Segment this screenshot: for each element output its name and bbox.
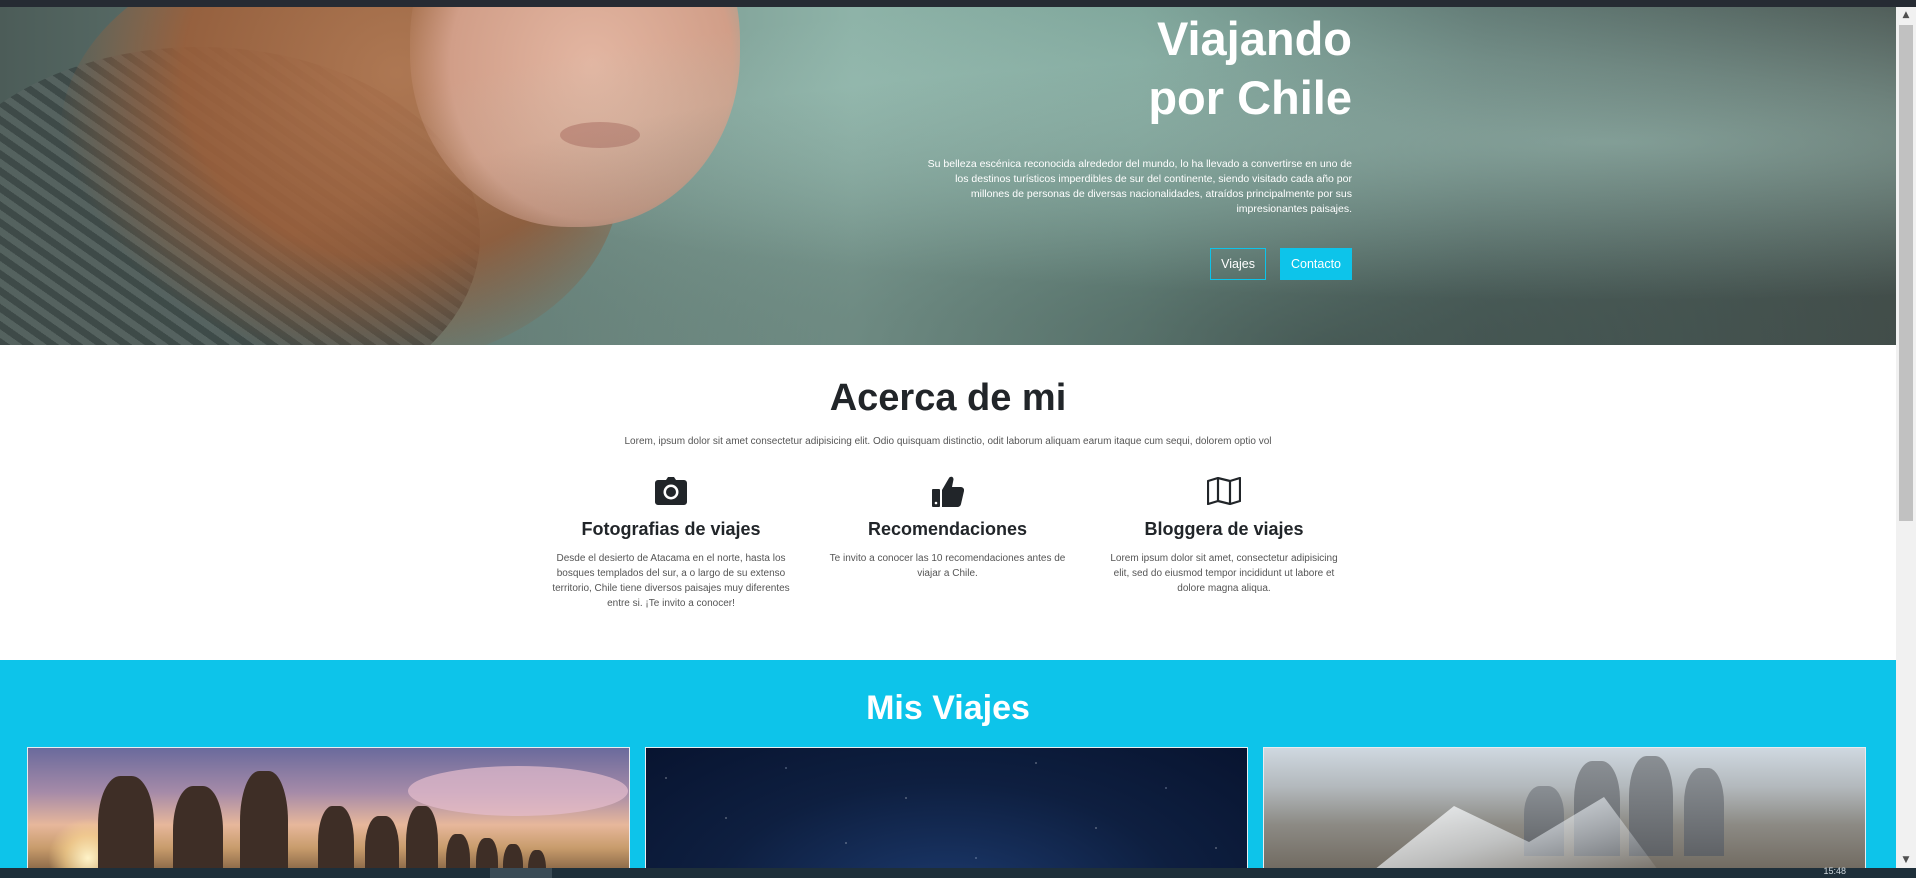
feature-title: Fotografias de viajes [581, 519, 761, 539]
viajes-button[interactable]: Viajes [1210, 248, 1266, 280]
feature-text: Te invito a conocer las 10 recomendacion… [829, 553, 1066, 579]
trip-card-cielo-estrellado[interactable] [645, 747, 1248, 877]
trip-card-isla-de-pascua[interactable] [27, 747, 630, 877]
hero-content: Viajando por Chile Su belleza escénica r… [900, 7, 1352, 280]
hero-title-line2: por Chile [1148, 71, 1352, 124]
about-section: Acerca de mi Lorem, ipsum dolor sit amet… [0, 345, 1896, 660]
browser-top-strip [0, 0, 1916, 7]
hero-buttons: Viajes Contacto [900, 248, 1352, 280]
camera-icon [540, 475, 802, 507]
thumbs-up-icon [817, 475, 1079, 507]
contacto-button[interactable]: Contacto [1279, 248, 1352, 280]
about-lead: Lorem, ipsum dolor sit amet consectetur … [624, 436, 1272, 447]
card-image-stars [646, 748, 1247, 876]
feature-text: Desde el desierto de Atacama en el norte… [552, 553, 790, 609]
moai-statue [318, 806, 354, 876]
feature-text: Lorem ipsum dolor sit amet, consectetur … [1110, 553, 1338, 594]
os-taskbar: 15:48 [0, 866, 1916, 878]
moai-statue [406, 806, 438, 876]
trip-card-torres-del-paine[interactable] [1263, 747, 1866, 877]
feature-fotografias: Fotografias de viajes Desde el desierto … [540, 475, 802, 611]
viajes-section: Mis Viajes [0, 660, 1896, 877]
page-scrollbar[interactable]: ▲ ▼ [1896, 7, 1916, 868]
moai-statue [173, 786, 223, 876]
hero-section: Viajando por Chile Su belleza escénica r… [0, 7, 1896, 345]
feature-title: Recomendaciones [867, 519, 1028, 539]
hero-title: Viajando por Chile [900, 9, 1352, 127]
moai-statue [240, 771, 288, 876]
map-icon [1093, 475, 1355, 507]
scroll-up-icon[interactable]: ▲ [1896, 7, 1916, 23]
mountain-tower [1684, 768, 1724, 856]
feature-bloggera: Bloggera de viajes Lorem ipsum dolor sit… [1093, 475, 1355, 611]
card-image-cloud [408, 766, 628, 816]
taskbar-app-item[interactable] [490, 868, 552, 878]
hero-title-line1: Viajando [1156, 12, 1352, 65]
scroll-thumb[interactable] [1899, 25, 1913, 521]
viajes-title: Mis Viajes [866, 689, 1030, 727]
viajes-cards [27, 747, 1866, 877]
features-row: Fotografias de viajes Desde el desierto … [540, 475, 1355, 611]
hero-description: Su belleza escénica reconocida alrededor… [927, 158, 1352, 215]
feature-recomendaciones: Recomendaciones Te invito a conocer las … [817, 475, 1079, 611]
feature-title: Bloggera de viajes [1144, 519, 1304, 539]
scroll-down-icon[interactable]: ▼ [1896, 852, 1916, 868]
about-title: Acerca de mi [829, 377, 1067, 419]
moai-statue [98, 776, 154, 876]
taskbar-clock: 15:48 [1823, 866, 1846, 876]
